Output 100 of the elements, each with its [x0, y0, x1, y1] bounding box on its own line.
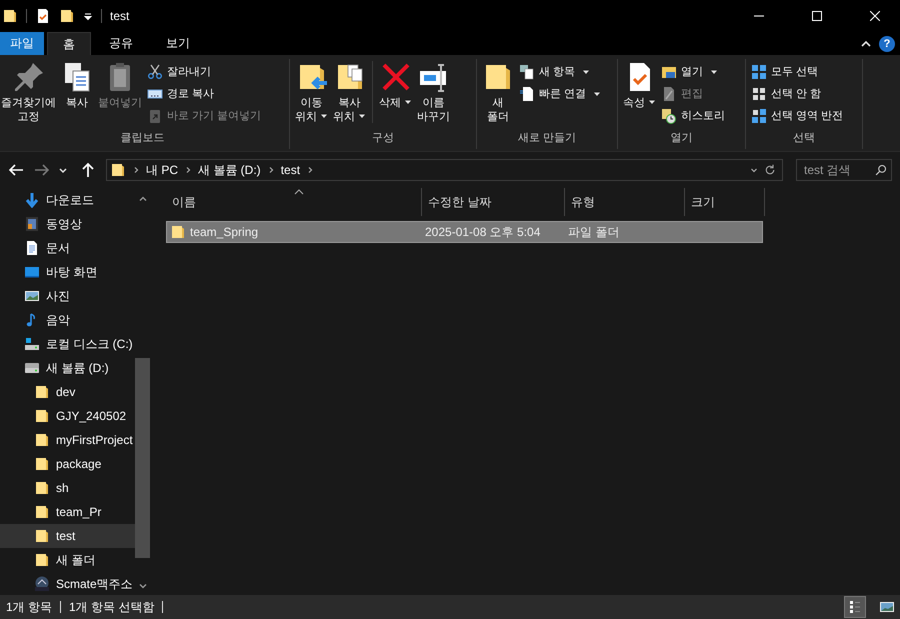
- item-count: 1개 항목: [6, 598, 52, 616]
- checkmark-document-icon[interactable]: [35, 8, 51, 24]
- caret-icon: [358, 112, 366, 120]
- maximize-icon: [812, 11, 822, 21]
- sidebar-item[interactable]: 로컬 디스크 (C:): [0, 332, 135, 356]
- caret-icon[interactable]: [83, 11, 93, 21]
- document-icon: [519, 86, 535, 102]
- sidebar-item[interactable]: package: [0, 452, 135, 476]
- landscape-icon: [879, 599, 895, 615]
- grid-icon: [751, 64, 767, 80]
- sidebar-item[interactable]: Scmate맥주소: [0, 572, 135, 596]
- folder-icon: [170, 224, 186, 240]
- chevron-up-icon[interactable]: [861, 38, 871, 48]
- refresh-icon[interactable]: [764, 164, 776, 176]
- window-title: test: [110, 9, 130, 23]
- sidebar-item[interactable]: GJY_240502: [0, 404, 135, 428]
- group-label: 새로 만들기: [516, 131, 578, 146]
- close-icon: [870, 11, 880, 21]
- column-header[interactable]: 이름: [166, 188, 422, 216]
- caret-icon: [404, 98, 412, 106]
- folder-icon: [110, 162, 126, 178]
- address-bar[interactable]: 내 PC 새 볼륨 (D:) test: [106, 159, 783, 181]
- ribbon-button[interactable]: 빠른 연결: [519, 84, 602, 103]
- ribbon-button[interactable]: 열기: [661, 62, 725, 81]
- cross-icon: [380, 61, 412, 93]
- ribbon-button[interactable]: 새 항목: [519, 62, 602, 81]
- archive-icon: [34, 576, 50, 592]
- folder-icon[interactable]: [2, 8, 18, 24]
- chevron-down-icon[interactable]: [138, 581, 148, 591]
- sidebar-item[interactable]: 문서: [0, 236, 135, 260]
- column-header[interactable]: 유형: [565, 188, 685, 216]
- folder-icon: [34, 456, 50, 472]
- folder-icon: [34, 480, 50, 496]
- type-cell-text: 파일 폴더: [567, 224, 620, 240]
- chevron-right-icon[interactable]: [266, 166, 275, 174]
- drive-icon: [24, 336, 40, 352]
- group-label: 클립보드: [120, 131, 166, 146]
- ribbon-button[interactable]: 삭제: [378, 59, 413, 129]
- ribbon-button[interactable]: 선택 안 함: [751, 84, 844, 103]
- ribbon-button[interactable]: 히스토리: [661, 106, 725, 125]
- ribbon-tab[interactable]: 파일: [0, 32, 44, 55]
- file-row[interactable]: team_Spring 2025-01-08 오후 5:04 파일 폴더: [166, 221, 763, 243]
- sidebar-item[interactable]: 다운로드: [0, 188, 135, 212]
- new-item-icon: [519, 64, 535, 80]
- details-view-button[interactable]: [844, 596, 866, 618]
- landscape-icon: [24, 288, 40, 304]
- scrollbar-thumb[interactable]: [135, 358, 150, 558]
- folder-icon: [34, 432, 50, 448]
- caret-icon: [320, 112, 328, 120]
- chevron-down-icon[interactable]: [750, 166, 758, 174]
- grid-icon: [751, 86, 767, 102]
- sidebar-item[interactable]: 새 폴더: [0, 548, 135, 572]
- sidebar-item[interactable]: dev: [0, 380, 135, 404]
- chevron-right-icon[interactable]: [132, 166, 140, 174]
- group-label: 구성: [371, 131, 395, 146]
- search-field[interactable]: test 검색: [796, 159, 892, 181]
- sidebar-item[interactable]: myFirstProject: [0, 428, 135, 452]
- ribbon-button[interactable]: 선택 영역 반전: [751, 106, 844, 125]
- ribbon-button[interactable]: 이동 위치: [294, 59, 329, 129]
- up-arrow-icon: [80, 162, 96, 178]
- sidebar-item[interactable]: 새 볼륨 (D:): [0, 356, 135, 380]
- caret-icon: [593, 90, 602, 98]
- ribbon-tab[interactable]: 홈: [47, 32, 91, 55]
- chevron-right-icon[interactable]: [306, 166, 314, 174]
- sidebar-item[interactable]: 바탕 화면: [0, 260, 135, 284]
- column-header[interactable]: 수정한 날짜: [422, 188, 565, 216]
- column-header[interactable]: 크기: [685, 188, 765, 216]
- breadcrumb[interactable]: test: [280, 163, 300, 177]
- folder-icon: [34, 384, 50, 400]
- ribbon-button[interactable]: 속성: [622, 59, 657, 129]
- group-label: 열기: [670, 131, 694, 146]
- document-icon: [661, 86, 677, 102]
- sidebar-item[interactable]: 사진: [0, 284, 135, 308]
- ribbon-button[interactable]: 경로 복사: [147, 84, 262, 103]
- ribbon-button[interactable]: 이름 바꾸기: [416, 59, 451, 129]
- ribbon-tab[interactable]: 공유: [94, 32, 148, 55]
- sidebar-item[interactable]: 동영상: [0, 212, 135, 236]
- folder-icon[interactable]: [59, 8, 75, 24]
- sidebar-item[interactable]: 음악: [0, 308, 135, 332]
- ribbon-button[interactable]: 잘라내기: [147, 62, 262, 81]
- folder-icon: [34, 408, 50, 424]
- list-icon: [847, 599, 863, 615]
- ribbon-button[interactable]: 복사 위치: [332, 59, 367, 129]
- grid-icon: [751, 108, 767, 124]
- ribbon-button[interactable]: 모두 선택: [751, 62, 844, 81]
- chevron-right-icon[interactable]: [184, 166, 192, 174]
- sidebar-item[interactable]: team_Pr: [0, 500, 135, 524]
- ribbon-button[interactable]: 즐겨찾기에 고정: [0, 59, 57, 129]
- sidebar-item[interactable]: test: [0, 524, 135, 548]
- sidebar-item[interactable]: sh: [0, 476, 135, 500]
- ribbon-button[interactable]: 새 폴더: [481, 59, 515, 129]
- breadcrumb[interactable]: 내 PC: [146, 162, 178, 178]
- folder-icon: [34, 504, 50, 520]
- ribbon-tab[interactable]: 보기: [151, 32, 205, 55]
- ribbon-button[interactable]: 복사: [60, 59, 94, 129]
- help-button[interactable]: ?: [879, 36, 895, 52]
- caret-icon: [582, 68, 590, 76]
- caret-icon: [648, 98, 656, 106]
- breadcrumb[interactable]: 새 볼륨 (D:): [198, 162, 261, 178]
- document-icon: [24, 240, 40, 256]
